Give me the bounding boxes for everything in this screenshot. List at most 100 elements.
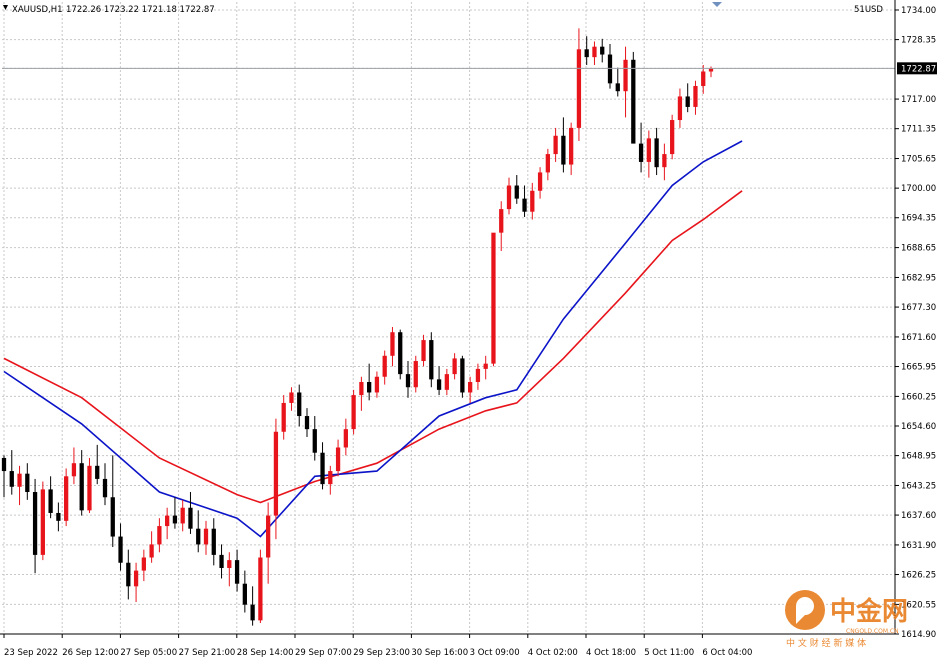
price-tick-label: 1637.60 <box>901 511 936 521</box>
candle-body <box>468 381 473 393</box>
current-price-label: 1722.87 <box>901 64 936 74</box>
candle-body <box>48 489 53 513</box>
candle-body <box>436 379 442 390</box>
candle-body <box>615 83 620 92</box>
price-tick-label: 1734.00 <box>901 6 936 16</box>
candle-body <box>623 59 628 92</box>
candle-body <box>429 340 434 380</box>
time-tick-label: 27 Sep 05:00 <box>120 648 177 658</box>
candle-body <box>312 429 317 453</box>
price-tick-label: 1728.35 <box>901 36 936 46</box>
candle-body <box>180 507 185 524</box>
candle-body <box>506 185 512 210</box>
candle-body <box>157 526 162 545</box>
candle-body <box>444 374 449 390</box>
candle-body <box>227 560 232 568</box>
price-tick-label: 1677.30 <box>901 303 936 313</box>
time-tick-label: 27 Sep 21:00 <box>179 648 236 658</box>
ohlc-values: 1722.26 1723.22 1721.18 1722.87 <box>66 5 215 15</box>
candle-body <box>654 138 659 168</box>
candle-body <box>405 374 411 388</box>
price-tick-label: 1717.00 <box>901 95 936 105</box>
candle-body <box>522 198 527 212</box>
candle-body <box>359 381 364 396</box>
time-tick-label: 23 Sep 2022 <box>4 648 58 658</box>
time-tick-label: 4 Oct 02:00 <box>528 648 578 658</box>
time-tick-label: 3 Oct 09:00 <box>470 648 520 658</box>
candle-body <box>343 429 348 448</box>
candle-body <box>64 476 69 521</box>
candle-body <box>382 355 387 377</box>
candle-body <box>17 473 22 487</box>
candle-body <box>172 515 178 524</box>
candle-body <box>87 465 92 511</box>
candle-body <box>499 209 504 233</box>
candle-body <box>320 452 325 485</box>
candle-body <box>607 54 613 84</box>
candle-body <box>141 557 146 571</box>
candle-body <box>475 368 481 382</box>
price-tick-label: 1631.90 <box>901 541 936 551</box>
candle-body <box>561 135 566 165</box>
candle-body <box>576 49 582 128</box>
candle-body <box>9 471 14 487</box>
candle-body <box>351 395 356 430</box>
candle-body <box>165 515 170 527</box>
watermark-url: CNGOLD.COM.CN <box>846 628 899 635</box>
candle-body <box>600 46 605 55</box>
candle-body <box>693 85 698 107</box>
candle-body <box>133 570 139 587</box>
time-tick-label: 6 Oct 04:00 <box>702 648 752 658</box>
time-tick-label: 28 Sep 14:00 <box>237 648 294 658</box>
price-tick-label: 1660.25 <box>901 392 936 402</box>
candle-body <box>631 59 636 144</box>
price-tick-label: 1682.95 <box>901 273 936 283</box>
watermark-brand: 中金网 <box>830 596 908 627</box>
candle-body <box>545 154 550 173</box>
candle-body <box>483 363 488 369</box>
price-tick-label: 1665.95 <box>901 363 936 373</box>
price-tick-label: 1700.00 <box>901 184 936 194</box>
candle-body <box>110 497 115 537</box>
price-tick-label: 1705.65 <box>901 155 936 165</box>
candle-body <box>530 190 535 212</box>
candle-body <box>638 143 644 162</box>
price-tick-label: 1671.60 <box>901 333 936 343</box>
candle-body <box>421 340 426 362</box>
candle-body <box>328 471 333 485</box>
candle-body <box>398 332 403 375</box>
price-tick-label: 1694.35 <box>901 214 936 224</box>
candle-body <box>289 392 294 403</box>
candle-body <box>553 135 558 155</box>
time-tick-label: 4 Oct 18:00 <box>586 648 636 658</box>
candle-body <box>569 127 574 165</box>
candle-body <box>71 463 77 477</box>
candle-body <box>242 583 247 605</box>
candle-body <box>266 515 271 558</box>
candle-body <box>234 560 240 584</box>
candle-body <box>670 120 675 155</box>
price-tick-label: 1614.90 <box>901 630 936 640</box>
price-tick-label: 1648.95 <box>901 452 936 462</box>
time-tick-label: 29 Sep 23:00 <box>353 648 410 658</box>
price-tick-label: 1711.35 <box>901 125 936 135</box>
time-tick-label: 5 Oct 11:00 <box>644 648 694 658</box>
watermark-sub: 中 文 财 经 新 媒 体 <box>786 637 866 649</box>
chart-window: 1734.00 1728.35 1717.00 1711.35 1705.65 1700.… <box>0 0 940 662</box>
candle-body <box>203 528 209 545</box>
candle-body <box>56 512 61 521</box>
time-tick-label: 26 Sep 12:00 <box>62 648 119 658</box>
candle-body <box>40 489 45 555</box>
price-tick-label: 1643.25 <box>901 481 936 491</box>
price-chart[interactable]: 1734.00 1728.35 1717.00 1711.35 1705.65 1700.… <box>0 0 940 662</box>
candle-body <box>491 232 496 364</box>
candle-body <box>413 361 418 388</box>
indicator-label: 51USD <box>854 5 883 15</box>
symbol-label: XAUUSD,H1 <box>12 5 63 15</box>
candle-body <box>367 381 372 393</box>
candle-body <box>390 332 395 356</box>
candle-body <box>584 49 589 58</box>
time-tick-label: 30 Sep 16:00 <box>411 648 468 658</box>
candle-body <box>118 536 123 563</box>
candle-body <box>126 562 131 587</box>
